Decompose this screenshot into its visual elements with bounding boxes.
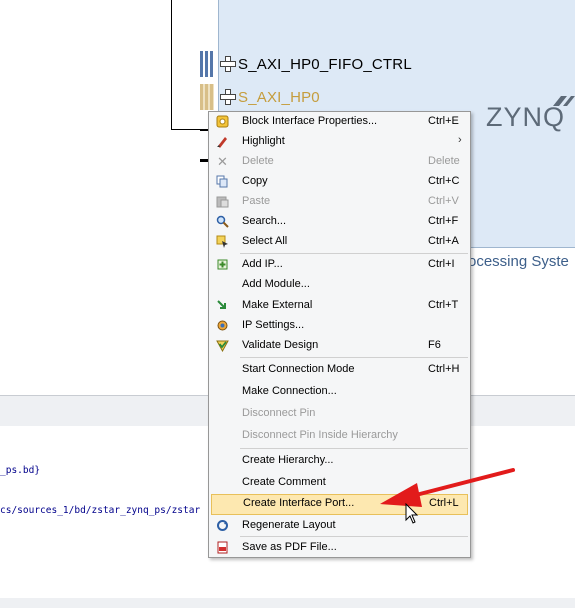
menu-separator xyxy=(240,357,468,358)
menu-item-create-hierarchy[interactable]: Create Hierarchy... xyxy=(211,451,468,471)
menu-item-add-module[interactable]: Add Module... xyxy=(211,275,468,295)
menu-item-block-interface-properties[interactable]: Block Interface Properties... Ctrl+E xyxy=(211,112,468,132)
menu-item-create-comment[interactable]: Create Comment xyxy=(211,473,468,493)
menu-item-label: Regenerate Layout xyxy=(242,519,336,531)
block-subtitle: ocessing Syste xyxy=(468,253,569,270)
menu-item-select-all[interactable]: Select All Ctrl+A xyxy=(211,232,468,252)
bottom-strip xyxy=(0,598,575,608)
menu-item-label: Delete xyxy=(242,155,274,167)
menu-item-delete[interactable]: ✕ Delete Delete xyxy=(211,152,468,172)
menu-item-label: Create Hierarchy... xyxy=(242,454,334,466)
submenu-arrow-icon: › xyxy=(458,134,462,146)
pdf-icon xyxy=(216,541,229,554)
menu-item-shortcut: Delete xyxy=(428,155,460,167)
menu-item-shortcut: F6 xyxy=(428,339,441,351)
menu-item-make-external[interactable]: Make External Ctrl+T xyxy=(211,296,468,316)
menu-item-create-interface-port[interactable]: Create Interface Port... Ctrl+L xyxy=(211,494,468,515)
menu-item-shortcut: Ctrl+I xyxy=(428,258,455,270)
menu-item-disconnect-pin-inside-hierarchy[interactable]: Disconnect Pin Inside Hierarchy xyxy=(211,426,468,446)
menu-separator xyxy=(240,536,468,537)
menu-item-save-as-pdf[interactable]: Save as PDF File... xyxy=(211,538,468,558)
expand-plus-icon[interactable] xyxy=(220,89,236,105)
menu-item-regenerate-layout[interactable]: Regenerate Layout xyxy=(211,516,468,536)
console-line: _ps.bd} xyxy=(0,465,41,476)
highlight-pen-icon xyxy=(216,135,229,148)
menu-separator xyxy=(240,448,468,449)
menu-item-shortcut: Ctrl+H xyxy=(428,363,460,375)
menu-item-label: Make External xyxy=(242,299,313,311)
port-label: S_AXI_HP0_FIFO_CTRL xyxy=(238,55,412,73)
expand-plus-icon[interactable] xyxy=(220,56,236,72)
menu-item-label: Highlight xyxy=(242,135,285,147)
make-external-icon xyxy=(216,299,229,312)
menu-item-label: Block Interface Properties... xyxy=(242,115,378,127)
menu-item-label: Disconnect Pin Inside Hierarchy xyxy=(242,429,398,441)
zynq-logo: ZYNQ xyxy=(486,102,566,132)
bus-interface-icon xyxy=(200,84,214,110)
menu-item-shortcut: Ctrl+F xyxy=(428,215,459,227)
interface-port-row[interactable]: S_AXI_HP0 xyxy=(200,84,320,110)
menu-item-make-connection[interactable]: Make Connection... xyxy=(211,382,468,402)
menu-item-label: Save as PDF File... xyxy=(242,541,337,553)
menu-item-ip-settings[interactable]: IP Settings... xyxy=(211,316,468,336)
menu-item-shortcut: Ctrl+E xyxy=(428,115,459,127)
copy-icon xyxy=(216,175,229,188)
context-menu: Block Interface Properties... Ctrl+E Hig… xyxy=(208,111,471,558)
search-icon xyxy=(216,215,229,228)
mouse-cursor-icon xyxy=(405,503,419,524)
menu-item-disconnect-pin[interactable]: Disconnect Pin xyxy=(211,404,468,424)
menu-item-label: Disconnect Pin xyxy=(242,407,316,419)
menu-item-copy[interactable]: Copy Ctrl+C xyxy=(211,172,468,192)
validate-check-icon xyxy=(216,339,229,352)
menu-item-validate-design[interactable]: Validate Design F6 xyxy=(211,336,468,356)
menu-separator xyxy=(240,253,468,254)
regenerate-icon xyxy=(216,519,229,532)
menu-item-label: Make Connection... xyxy=(242,385,337,397)
menu-item-label: Add Module... xyxy=(242,278,310,290)
interface-port-row[interactable]: S_AXI_HP0_FIFO_CTRL xyxy=(200,51,412,77)
menu-item-label: Select All xyxy=(242,235,288,247)
menu-item-label: Copy xyxy=(242,175,268,187)
menu-item-label: Start Connection Mode xyxy=(242,363,355,375)
menu-item-label: Create Comment xyxy=(242,476,326,488)
menu-item-shortcut: Ctrl+C xyxy=(428,175,460,187)
menu-item-shortcut: Ctrl+T xyxy=(428,299,459,311)
add-ip-icon xyxy=(216,258,229,271)
bus-interface-icon xyxy=(200,51,214,77)
delete-x-icon: ✕ xyxy=(217,153,228,169)
menu-item-label: IP Settings... xyxy=(242,319,305,331)
menu-item-label: Search... xyxy=(242,215,287,227)
menu-item-label: Create Interface Port... xyxy=(243,497,355,509)
net-wire xyxy=(171,0,172,130)
menu-item-highlight[interactable]: Highlight › xyxy=(211,132,468,152)
menu-item-label: Paste xyxy=(242,195,271,207)
menu-item-label: Validate Design xyxy=(242,339,319,351)
paste-icon xyxy=(216,195,229,208)
menu-item-start-connection-mode[interactable]: Start Connection Mode Ctrl+H xyxy=(211,360,468,380)
zynq-logo-mark-icon xyxy=(553,96,575,106)
ip-settings-icon xyxy=(216,319,229,332)
menu-item-shortcut: Ctrl+L xyxy=(429,497,459,509)
menu-item-shortcut: Ctrl+A xyxy=(428,235,459,247)
menu-item-search[interactable]: Search... Ctrl+F xyxy=(211,212,468,232)
console-line: cs/sources_1/bd/zstar_zynq_ps/zstar xyxy=(0,505,201,516)
menu-item-add-ip[interactable]: Add IP... Ctrl+I xyxy=(211,255,468,275)
menu-item-paste[interactable]: Paste Ctrl+V xyxy=(211,192,468,212)
menu-item-shortcut: Ctrl+V xyxy=(428,195,459,207)
menu-item-label: Add IP... xyxy=(242,258,283,270)
properties-icon xyxy=(216,115,229,128)
port-label: S_AXI_HP0 xyxy=(238,88,320,106)
select-all-icon xyxy=(216,235,229,248)
